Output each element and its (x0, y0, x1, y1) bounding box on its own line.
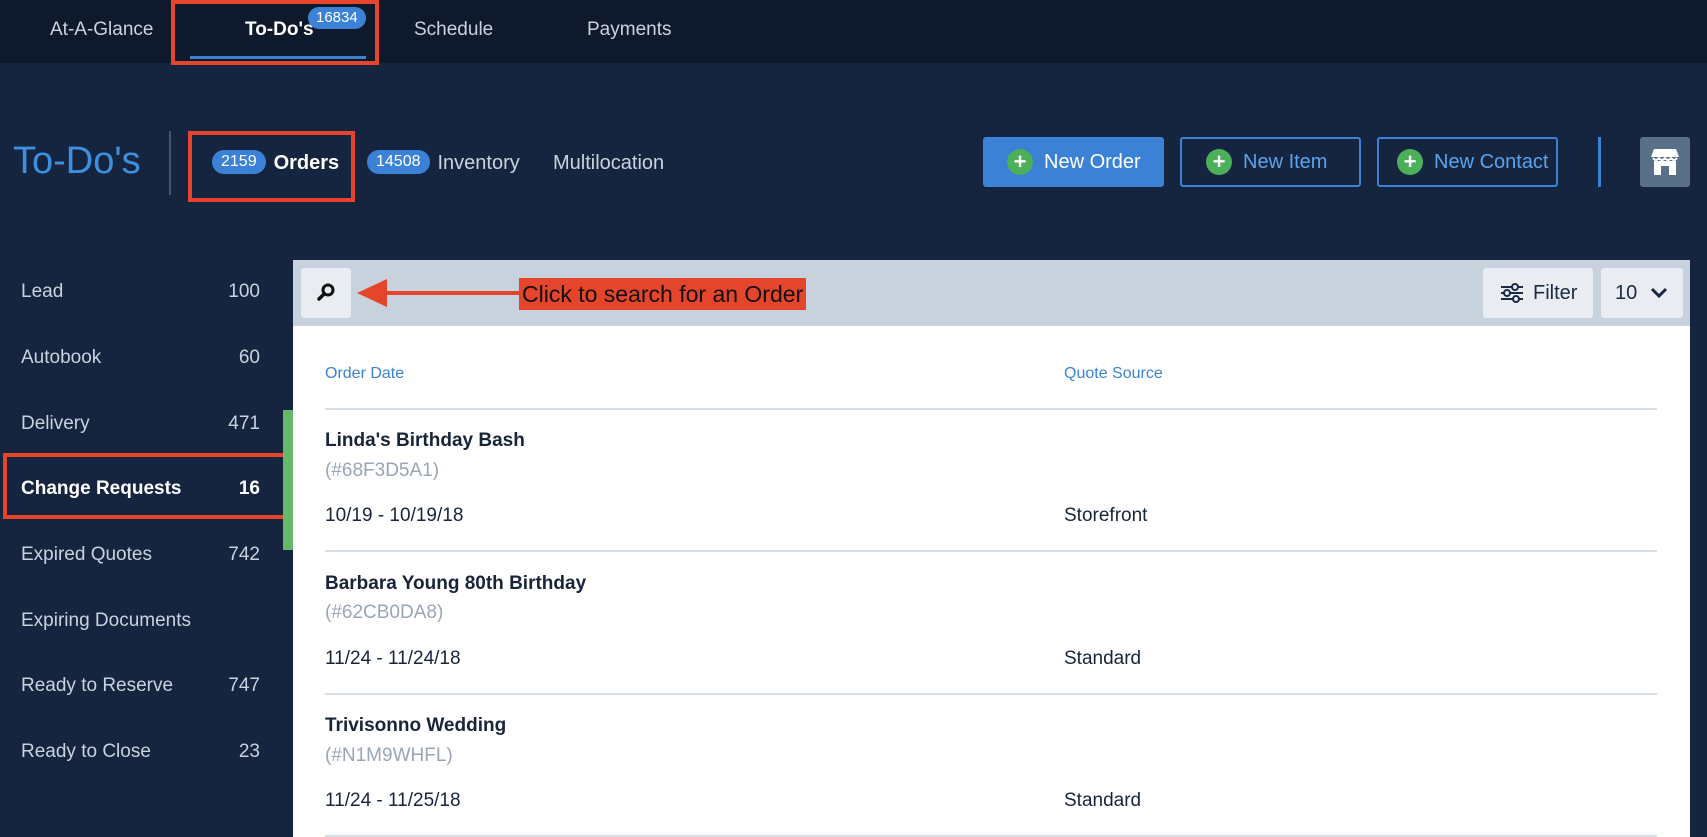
order-date: 11/24 - 11/24/18 (325, 648, 461, 669)
quote-source: Standard (1064, 648, 1142, 669)
tab-schedule[interactable]: Schedule (414, 0, 493, 63)
inventory-count-badge: 14508 (367, 149, 430, 174)
order-id: (#N1M9WHFL) (325, 745, 453, 766)
sidebar-item-label: Expired Quotes (21, 544, 152, 565)
tab-at-a-glance[interactable]: At-A-Glance (50, 0, 153, 63)
new-order-button[interactable]: + New Order (983, 137, 1164, 187)
order-date: 10/19 - 10/19/18 (325, 505, 464, 526)
column-header-quote-source[interactable]: Quote Source (1064, 365, 1163, 383)
highlight-to-dos-tab (171, 0, 379, 65)
filter-label: Filter (1533, 281, 1578, 304)
subtab-inventory-label: Inventory (437, 152, 520, 174)
new-item-label: New Item (1243, 150, 1328, 173)
column-header-order-date[interactable]: Order Date (325, 365, 404, 383)
row-divider (325, 550, 1657, 552)
per-page-select[interactable]: 10 (1601, 268, 1683, 318)
active-section-indicator (283, 410, 293, 550)
sidebar-item-ready-to-reserve[interactable]: Ready to Reserve 747 (0, 655, 280, 715)
sidebar-item-label: Delivery (21, 413, 90, 434)
sidebar-item-count: 747 (228, 675, 260, 696)
filter-button[interactable]: Filter (1483, 268, 1593, 318)
sidebar-item-label: Lead (21, 281, 64, 302)
sidebar-item-label: Autobook (21, 347, 102, 368)
storefront-button[interactable] (1640, 137, 1690, 187)
new-contact-button[interactable]: + New Contact (1377, 137, 1558, 187)
sidebar-item-ready-to-close[interactable]: Ready to Close 23 (0, 721, 280, 781)
plus-icon: + (1206, 149, 1232, 175)
sidebar-item-count: 471 (228, 413, 260, 434)
search-callout: Click to search for an Order (519, 278, 807, 310)
order-name[interactable]: Trivisonno Wedding (325, 715, 506, 737)
order-id: (#62CB0DA8) (325, 602, 444, 623)
sidebar-item-count: 60 (238, 347, 260, 368)
tab-payments[interactable]: Payments (587, 0, 671, 63)
page-title: To-Do's (13, 140, 141, 182)
sidebar-item-expired-quotes[interactable]: Expired Quotes 742 (0, 524, 280, 584)
sidebar-item-autobook[interactable]: Autobook 60 (0, 327, 280, 387)
highlight-orders-subtab (188, 131, 355, 202)
sidebar-item-count: 23 (238, 741, 260, 762)
quote-source: Standard (1064, 790, 1142, 811)
header-divider-line (325, 408, 1657, 410)
sidebar-item-expiring-documents[interactable]: Expiring Documents (0, 590, 280, 650)
chevron-down-icon (1651, 287, 1668, 299)
sidebar-item-count: 100 (228, 281, 260, 302)
header-divider (169, 131, 171, 195)
order-name[interactable]: Barbara Young 80th Birthday (325, 573, 586, 595)
new-contact-label: New Contact (1434, 150, 1549, 173)
storefront-icon (1651, 149, 1679, 175)
sliders-icon (1501, 283, 1523, 303)
order-date: 11/24 - 11/25/18 (325, 790, 461, 811)
sidebar-item-delivery[interactable]: Delivery 471 (0, 393, 280, 453)
quote-source: Storefront (1064, 505, 1148, 526)
search-icon (317, 283, 335, 301)
subtab-multilocation[interactable]: Multilocation (553, 148, 664, 178)
per-page-value: 10 (1615, 281, 1638, 304)
order-id: (#68F3D5A1) (325, 460, 440, 481)
highlight-change-requests (3, 453, 289, 519)
sidebar-item-lead[interactable]: Lead 100 (0, 261, 280, 321)
plus-icon: + (1397, 149, 1423, 175)
callout-arrow-head (357, 279, 387, 307)
row-divider (325, 693, 1657, 695)
sidebar-item-label: Ready to Close (21, 741, 151, 762)
sidebar-item-label: Ready to Reserve (21, 675, 174, 696)
sidebar-item-count: 742 (228, 544, 260, 565)
search-button[interactable] (301, 268, 351, 318)
orders-panel: Filter 10 (293, 260, 1690, 837)
order-name[interactable]: Linda's Birthday Bash (325, 430, 525, 452)
sidebar-item-label: Expiring Documents (21, 610, 192, 631)
plus-icon: + (1007, 149, 1033, 175)
callout-arrow-line (385, 291, 520, 295)
button-divider (1598, 137, 1601, 187)
new-order-label: New Order (1044, 150, 1141, 173)
subtab-inventory[interactable]: 14508 Inventory (367, 148, 520, 178)
new-item-button[interactable]: + New Item (1180, 137, 1361, 187)
